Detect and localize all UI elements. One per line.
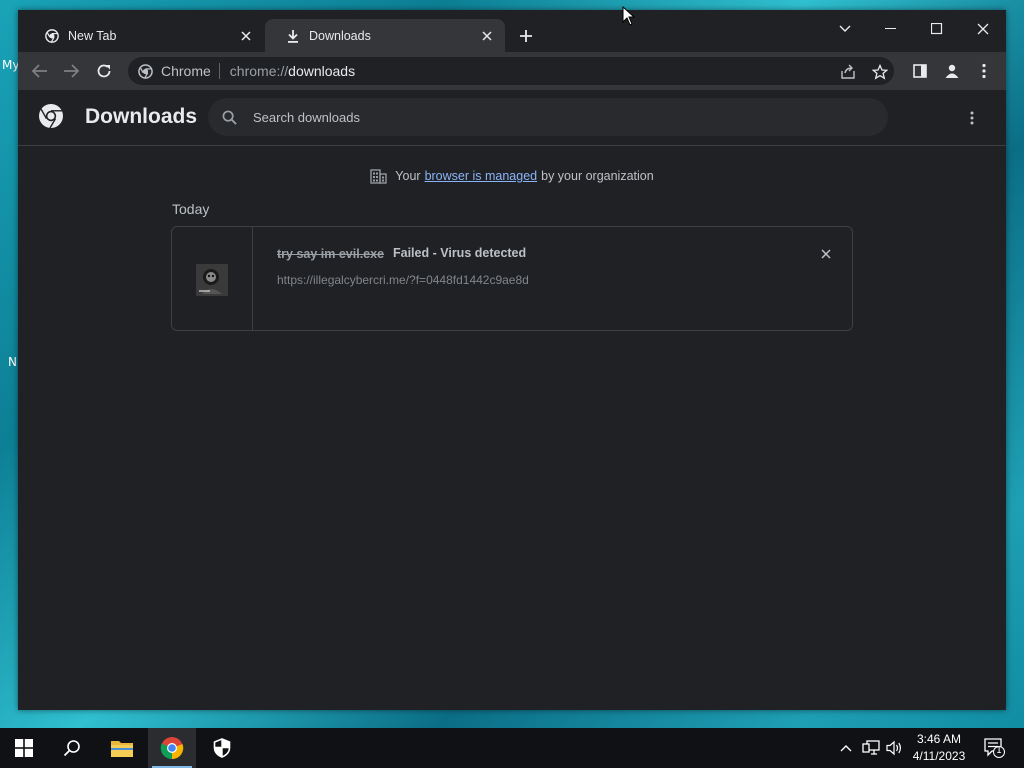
minimize-button[interactable] (868, 14, 914, 44)
managed-prefix: Your (395, 169, 421, 183)
file-explorer-button[interactable] (98, 728, 146, 768)
managed-link[interactable]: browser is managed (425, 169, 538, 183)
security-taskbar-button[interactable] (198, 728, 246, 768)
downloads-header: Downloads (18, 90, 1006, 146)
address-bar[interactable]: Chrome chrome://downloads (128, 57, 894, 85)
tab-title: Downloads (309, 28, 371, 43)
url-scheme: chrome:// (229, 63, 289, 79)
url-path: downloads (288, 63, 356, 79)
chrome-color-icon (160, 737, 184, 760)
tab-close-icon[interactable] (238, 28, 254, 44)
building-icon (370, 169, 387, 184)
tray-chevron-up-icon[interactable] (836, 738, 856, 758)
chrome-icon (138, 63, 153, 79)
start-button[interactable] (0, 728, 48, 768)
maximize-button[interactable] (914, 14, 960, 44)
browser-menu-icon[interactable] (972, 59, 996, 83)
file-icon-column (172, 227, 253, 330)
tab-downloads[interactable]: Downloads (265, 19, 505, 52)
clock-time: 3:46 AM (916, 732, 962, 746)
download-item: try say im evil.exe Failed - Virus detec… (171, 226, 853, 331)
site-chip-label: Chrome (161, 63, 211, 79)
profile-icon[interactable] (940, 59, 964, 83)
tab-title: New Tab (68, 28, 117, 43)
clock-date: 4/11/2023 (912, 749, 966, 763)
desktop-icon-label[interactable]: N (8, 355, 17, 369)
remove-from-list-button[interactable] (816, 244, 836, 264)
forward-button[interactable] (59, 59, 83, 83)
mouse-cursor-icon (622, 6, 636, 26)
managed-suffix: by your organization (541, 169, 654, 183)
tab-strip: New Tab Downloads (18, 10, 1006, 52)
file-source-url[interactable]: https://illegalcybercri.me/?f=0448fd1442… (277, 273, 529, 287)
volume-icon[interactable] (884, 738, 904, 758)
notification-count: 1 (996, 746, 1002, 756)
date-heading: Today (172, 201, 210, 217)
managed-notice: Your browser is managed by your organiza… (18, 168, 1006, 184)
folder-icon (111, 741, 133, 757)
new-tab-button[interactable] (514, 24, 538, 48)
download-icon (285, 28, 301, 44)
chrome-icon (44, 28, 60, 44)
search-input[interactable] (253, 109, 853, 125)
system-clock[interactable]: 3:46 AM 4/11/2023 (904, 731, 974, 765)
search-box[interactable] (208, 98, 888, 136)
site-chip[interactable]: Chrome (138, 63, 220, 79)
page-title: Downloads (85, 105, 198, 128)
reload-button[interactable] (92, 59, 116, 83)
downloads-page: Downloads Your browser is managed by you… (18, 90, 1006, 710)
chrome-logo-icon (39, 104, 63, 129)
more-actions-icon[interactable] (962, 108, 982, 128)
network-icon[interactable] (861, 738, 881, 758)
back-button[interactable] (28, 59, 52, 83)
close-window-button[interactable] (960, 14, 1006, 44)
share-icon[interactable] (838, 62, 858, 82)
tab-search-chevron-icon[interactable] (822, 14, 868, 44)
file-name: try say im evil.exe (277, 247, 385, 261)
download-status: Failed - Virus detected (393, 246, 527, 260)
tab-new-tab[interactable]: New Tab (24, 19, 264, 52)
browser-toolbar: Chrome chrome://downloads (18, 52, 1006, 90)
close-icon (821, 249, 831, 259)
search-icon (222, 110, 237, 125)
taskbar: 3:46 AM 4/11/2023 1 (0, 728, 1024, 768)
tab-close-icon[interactable] (479, 28, 495, 44)
file-icon (196, 264, 228, 296)
notification-center-icon[interactable]: 1 (984, 738, 1005, 758)
side-panel-icon[interactable] (908, 59, 932, 83)
search-icon (63, 740, 80, 757)
shield-icon (213, 738, 231, 758)
chrome-taskbar-button[interactable] (148, 728, 196, 768)
chrome-window: New Tab Downloads Chrome chrome://downlo… (18, 10, 1006, 710)
desktop-icon-label[interactable]: My (2, 58, 19, 72)
taskbar-search-button[interactable] (48, 728, 96, 768)
url-text: chrome://downloads (230, 63, 355, 79)
windows-logo-icon (15, 739, 33, 757)
bookmark-star-icon[interactable] (870, 62, 890, 82)
